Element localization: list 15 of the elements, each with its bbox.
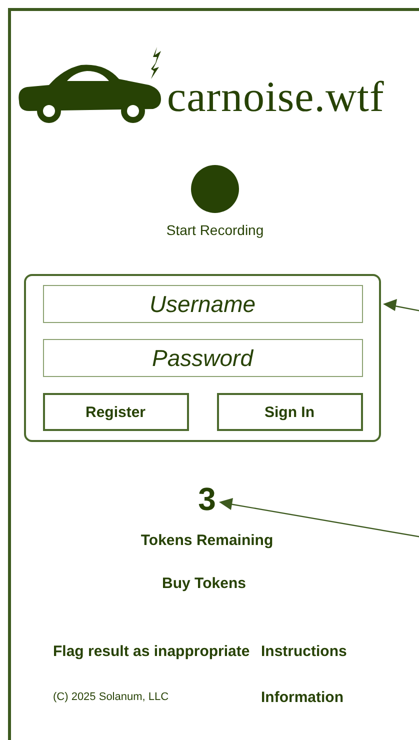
username-field[interactable]: Username	[42, 285, 362, 323]
instructions-link[interactable]: Instructions	[261, 642, 419, 662]
copyright-text: (C) 2025 Solanum, LLC	[53, 691, 170, 704]
buy-tokens-link[interactable]: Buy Tokens	[162, 575, 246, 592]
token-count: 3	[198, 481, 216, 518]
information-link[interactable]: Information	[261, 688, 419, 707]
flag-link[interactable]: Flag result as inappropriate	[53, 642, 261, 662]
password-field[interactable]: Password	[42, 339, 362, 377]
record-button[interactable]	[191, 165, 239, 213]
sign-in-button[interactable]: Sign In	[216, 393, 362, 431]
record-label: Start Recording	[166, 222, 264, 238]
leader-line	[383, 299, 419, 312]
tokens-label: Tokens Remaining	[140, 532, 274, 549]
logo-text: carnoise.wtf	[167, 76, 384, 119]
register-button[interactable]: Register	[42, 393, 188, 431]
